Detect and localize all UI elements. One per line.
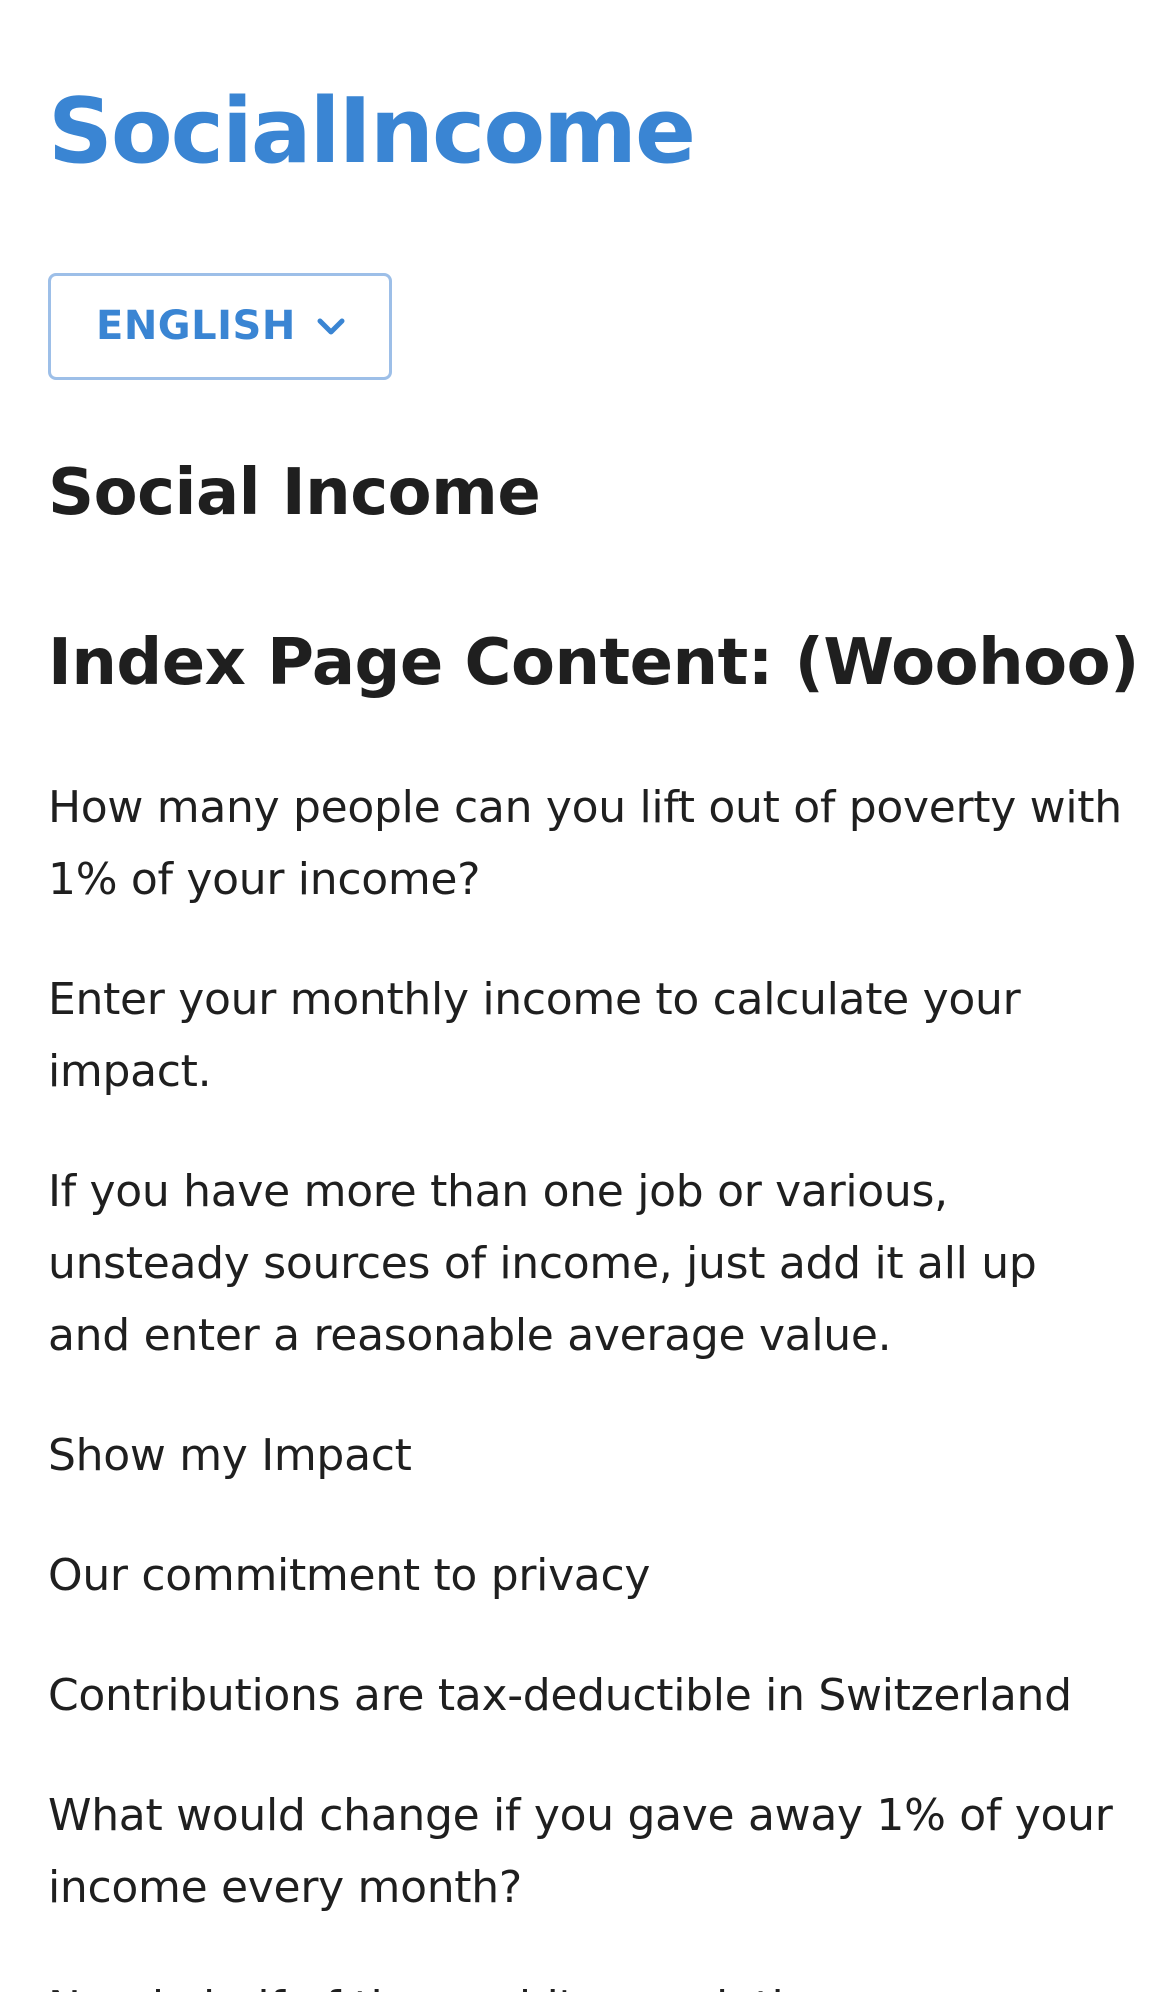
page: SocialIncome ENGLISH Social Income Index… [48,0,1139,1992]
language-select[interactable]: ENGLISH [48,273,392,380]
cut-off-paragraph: Nearly half of the world's population [48,1972,1128,1992]
intro-question: How many people can you lift out of pove… [48,782,1122,905]
tax-deductible-text: Contributions are tax-deductible in Swit… [48,1670,1072,1721]
privacy-commitment-text: Our commitment to privacy [48,1550,651,1601]
change-question: What would change if you gave away 1% of… [48,1790,1113,1913]
site-title: Social Income [48,456,541,530]
brand-logo-text[interactable]: SocialIncome [48,82,696,182]
income-instruction: Enter your monthly income to calculate y… [48,974,1021,1097]
show-impact-text: Show my Impact [48,1430,412,1481]
language-select-value: ENGLISH [96,303,296,349]
chevron-down-icon [313,309,349,345]
income-hint: If you have more than one job or various… [48,1166,1037,1361]
index-content-title: Index Page Content: (Woohoo) [48,626,1139,700]
